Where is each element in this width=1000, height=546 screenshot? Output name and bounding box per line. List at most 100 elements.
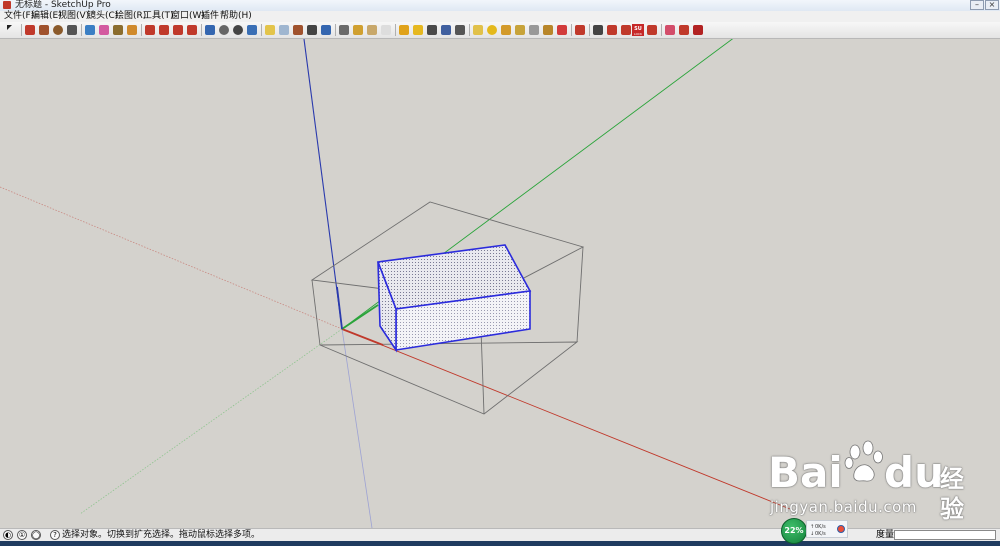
toolbar-separator [589, 24, 590, 36]
sketchup-lock-badge[interactable]: SU LOCK [632, 24, 644, 36]
user-icon[interactable]: ◯ [31, 530, 41, 540]
look-around-tool[interactable] [606, 24, 618, 36]
follow-me-tool[interactable] [186, 24, 198, 36]
top-view-icon [279, 25, 289, 35]
walk-tool[interactable] [620, 24, 632, 36]
model-viewport[interactable] [0, 39, 1000, 528]
ruby-console[interactable] [692, 24, 704, 36]
walk-icon [621, 25, 631, 35]
share-model-icon [413, 25, 423, 35]
dimension-tool[interactable] [528, 24, 540, 36]
measurements-input[interactable] [894, 530, 996, 540]
iso-view-icon [265, 25, 275, 35]
make-component-tool[interactable] [84, 24, 96, 36]
ruby-icon [693, 25, 703, 35]
warehouse-get-models[interactable] [398, 24, 410, 36]
wireframe-style[interactable] [352, 24, 364, 36]
network-monitor-icon[interactable] [837, 525, 845, 533]
negative-green-axis [79, 328, 343, 515]
green-axis-origin-stub [341, 304, 379, 330]
orbit-tool[interactable] [204, 24, 216, 36]
shaded-style[interactable] [380, 24, 392, 36]
front-view[interactable] [292, 24, 304, 36]
toolbar-separator [21, 24, 22, 36]
toolbar-separator [395, 24, 396, 36]
component-warehouse-icon [427, 25, 437, 35]
sketchup-app-icon [3, 1, 11, 9]
back-view-icon [321, 25, 331, 35]
protractor-icon [543, 25, 553, 35]
outliner-icon [665, 25, 675, 35]
select-tool[interactable] [6, 24, 18, 36]
negative-blue-axis [341, 328, 373, 528]
upload-speed-value: 0K/s [815, 524, 826, 530]
xray-style[interactable] [338, 24, 350, 36]
look-around-icon [607, 25, 617, 35]
photo-textures[interactable] [440, 24, 452, 36]
credits-icon[interactable]: ① [17, 530, 27, 540]
upload-speed: ↑0K/s [810, 524, 838, 530]
cpu-usage-badge[interactable]: 22% [781, 518, 807, 544]
eraser-tool[interactable] [98, 24, 110, 36]
viewport-canvas[interactable] [0, 39, 1000, 528]
arc-tool[interactable] [66, 24, 78, 36]
tag-icon [473, 25, 483, 35]
dimension-icon [529, 25, 539, 35]
warehouse-icon [399, 25, 409, 35]
zoom-window-tool[interactable] [592, 24, 604, 36]
sphere-tool[interactable] [486, 24, 498, 36]
axes-tool[interactable] [514, 24, 526, 36]
move-tool[interactable] [158, 24, 170, 36]
scenes-tool[interactable] [678, 24, 690, 36]
window-title: 无标题 - SketchUp Pro [15, 0, 111, 10]
toolbar-separator [571, 24, 572, 36]
text-tool[interactable] [556, 24, 568, 36]
blue-axis-origin-stub [336, 286, 343, 330]
push-pull-tool[interactable] [144, 24, 156, 36]
hidden-line-style[interactable] [366, 24, 378, 36]
shadow-settings[interactable] [574, 24, 586, 36]
outliner-tool[interactable] [664, 24, 676, 36]
arc-icon [67, 25, 77, 35]
help-icon[interactable]: ? [50, 530, 60, 540]
component-warehouse[interactable] [426, 24, 438, 36]
rectangle-tool[interactable] [38, 24, 50, 36]
iso-view[interactable] [264, 24, 276, 36]
status-bar: ◐ ① ◯ ? 选择对象。切换到扩充选择。拖动鼠标选择多项。 度量 [0, 528, 1000, 542]
top-view[interactable] [278, 24, 290, 36]
tape-measure-icon [113, 25, 123, 35]
pencil-tool[interactable] [24, 24, 36, 36]
download-speed-value: 0K/s [815, 531, 826, 537]
zoom-tool[interactable] [232, 24, 244, 36]
paint-bucket-tool[interactable] [126, 24, 138, 36]
section-icon [501, 25, 511, 35]
section-plane-tool[interactable] [500, 24, 512, 36]
menu-help[interactable]: 帮助(H) [218, 11, 254, 22]
red-axis-origin-stub [341, 328, 384, 346]
geo-location-icon[interactable]: ◐ [3, 530, 13, 540]
share-model[interactable] [412, 24, 424, 36]
right-view[interactable] [306, 24, 318, 36]
position-camera-tool[interactable] [646, 24, 658, 36]
circle-icon [53, 25, 63, 35]
layer-tag[interactable] [472, 24, 484, 36]
component-icon [85, 25, 95, 35]
zoom-extents-tool[interactable] [246, 24, 258, 36]
tape-measure-tool[interactable] [112, 24, 124, 36]
back-view[interactable] [320, 24, 332, 36]
rotate-tool[interactable] [172, 24, 184, 36]
su-lock-icon: SU LOCK [632, 24, 644, 36]
close-button[interactable]: × [985, 0, 999, 10]
zoom-extents-icon [247, 25, 257, 35]
pan-tool[interactable] [218, 24, 230, 36]
protractor-tool[interactable] [542, 24, 554, 36]
orbit-icon [205, 25, 215, 35]
scenes-icon [679, 25, 689, 35]
circle-tool[interactable] [52, 24, 64, 36]
minimize-button[interactable]: – [970, 0, 984, 10]
hand-icon [219, 25, 229, 35]
text-icon [557, 25, 567, 35]
arrow-cursor-icon [7, 25, 12, 30]
toolbar-separator [469, 24, 470, 36]
extension-warehouse[interactable] [454, 24, 466, 36]
